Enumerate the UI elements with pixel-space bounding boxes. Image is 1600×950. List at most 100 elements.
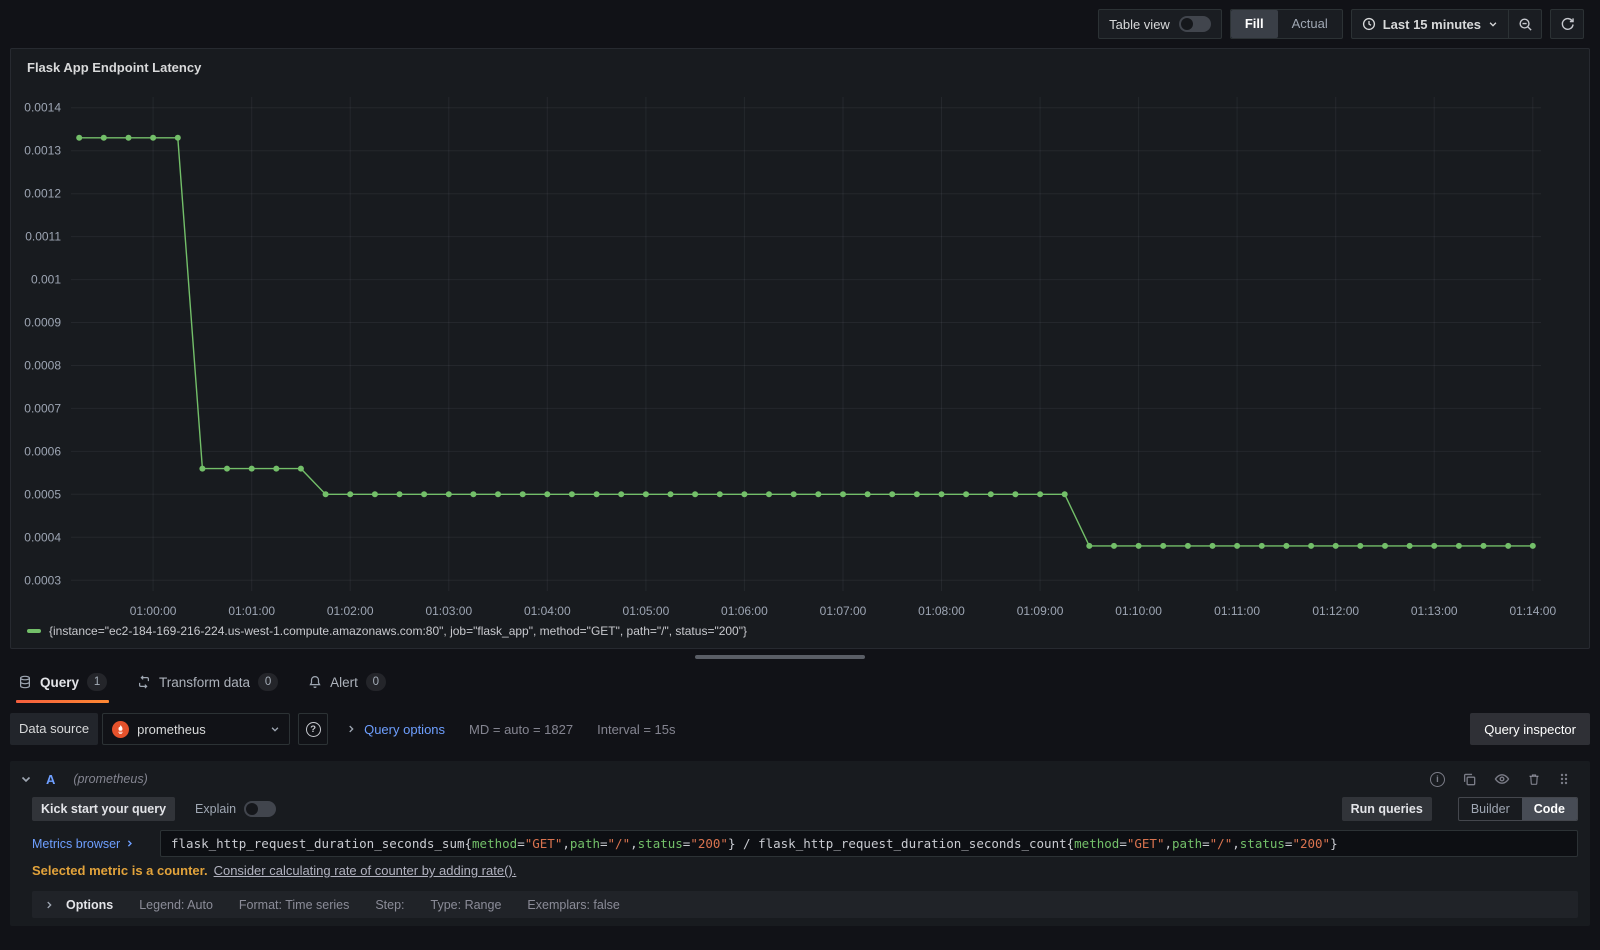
clock-icon — [1362, 17, 1375, 31]
max-data-points-text: MD = auto = 1827 — [469, 721, 574, 737]
chevron-down-icon — [1489, 22, 1497, 27]
query-ref-name[interactable]: A — [46, 772, 55, 787]
svg-text:01:07:00: 01:07:00 — [820, 604, 867, 618]
tab-query[interactable]: Query 1 — [16, 665, 110, 703]
chevron-right-icon — [128, 840, 133, 847]
help-circle-icon: ? — [305, 721, 321, 737]
options-exemplars: Exemplars: false — [527, 897, 620, 912]
run-queries-button[interactable]: Run queries — [1341, 797, 1432, 821]
svg-text:0.0014: 0.0014 — [24, 101, 61, 115]
code-option[interactable]: Code — [1521, 798, 1577, 820]
query-editor-body: Kick start your query Explain Run querie… — [10, 797, 1590, 918]
datasource-row: Data source prometheus ? Query options M… — [10, 713, 1590, 745]
svg-text:01:12:00: 01:12:00 — [1312, 604, 1359, 618]
query-toolbar: Kick start your query Explain Run querie… — [32, 797, 1578, 821]
trash-icon[interactable] — [1527, 772, 1541, 787]
drag-handle-icon[interactable] — [1558, 772, 1570, 786]
svg-text:01:10:00: 01:10:00 — [1115, 604, 1162, 618]
options-type: Type: Range — [430, 897, 502, 912]
options-step: Step: — [375, 897, 405, 912]
options-row[interactable]: Options Legend: Auto Format: Time series… — [32, 891, 1578, 918]
svg-text:01:03:00: 01:03:00 — [425, 604, 472, 618]
panel-editor-toolbar: Table view Fill Actual Last 15 minutes — [0, 0, 1600, 48]
time-picker-group: Last 15 minutes — [1350, 9, 1542, 39]
zoom-out-button[interactable] — [1509, 10, 1541, 38]
eye-icon[interactable] — [1494, 771, 1510, 787]
table-view-switch[interactable] — [1178, 16, 1211, 32]
svg-text:01:14:00: 01:14:00 — [1509, 604, 1556, 618]
tab-query-label: Query — [40, 674, 80, 690]
datasource-help-button[interactable]: ? — [298, 713, 329, 745]
database-icon — [20, 675, 30, 689]
warning-rate-link[interactable]: Consider calculating rate of counter by … — [214, 863, 517, 878]
collapse-chevron-icon[interactable] — [20, 773, 32, 785]
series-color-swatch — [27, 629, 41, 633]
options-legend: Legend: Auto — [139, 897, 213, 912]
kick-start-query-button[interactable]: Kick start your query — [32, 797, 176, 821]
options-format: Format: Time series — [238, 897, 350, 912]
chart-legend[interactable]: {instance="ec2-184-169-216-224.us-west-1… — [11, 624, 1589, 642]
query-row-header[interactable]: A (prometheus) i — [10, 761, 1590, 797]
svg-text:01:05:00: 01:05:00 — [623, 604, 670, 618]
svg-text:0.0005: 0.0005 — [24, 487, 61, 501]
actual-option[interactable]: Actual — [1278, 10, 1342, 38]
warning-text: Selected metric is a counter. — [32, 863, 208, 878]
svg-text:01:13:00: 01:13:00 — [1411, 604, 1458, 618]
fill-option[interactable]: Fill — [1230, 10, 1278, 38]
svg-text:01:08:00: 01:08:00 — [918, 604, 965, 618]
timeseries-panel: Flask App Endpoint Latency 0.0003 0.0004 0… — [10, 48, 1590, 649]
svg-text:01:01:00: 01:01:00 — [228, 604, 275, 618]
tab-alert-count: 0 — [365, 673, 386, 691]
panel-title: Flask App Endpoint Latency — [27, 60, 202, 75]
tab-transform-label: Transform data — [159, 674, 251, 690]
editor-splitter — [0, 649, 1600, 665]
metrics-browser-toggle[interactable]: Metrics browser — [32, 837, 160, 851]
table-view-label: Table view — [1109, 16, 1170, 32]
query-code[interactable]: flask_http_request_duration_seconds_sum{… — [160, 830, 1578, 857]
fill-actual-group: Fill Actual — [1229, 9, 1343, 39]
query-options-toggle[interactable]: Query options MD = auto = 1827 Interval … — [346, 721, 676, 737]
query-row-actions: i — [1430, 771, 1570, 787]
svg-text:01:02:00: 01:02:00 — [327, 604, 374, 618]
tab-alert-label: Alert — [330, 674, 358, 690]
query-editor-card: A (prometheus) i Kick start your query E… — [10, 761, 1590, 926]
chevron-right-icon — [349, 725, 354, 733]
refresh-icon — [1561, 17, 1574, 30]
datasource-picker[interactable]: prometheus — [102, 713, 291, 745]
svg-text:0.0012: 0.0012 — [24, 187, 61, 201]
table-view-toggle-group[interactable]: Table view — [1098, 9, 1222, 39]
tab-query-count: 1 — [87, 673, 108, 691]
chevron-down-icon — [271, 727, 279, 732]
refresh-group — [1550, 9, 1584, 39]
query-options-label[interactable]: Query options — [364, 722, 445, 737]
svg-text:01:06:00: 01:06:00 — [721, 604, 768, 618]
chevron-right-icon — [47, 901, 52, 908]
bell-icon — [309, 675, 321, 689]
refresh-button[interactable] — [1551, 10, 1583, 38]
explain-label: Explain — [195, 802, 237, 816]
svg-text:0.0006: 0.0006 — [24, 444, 61, 458]
builder-code-group: Builder Code — [1457, 797, 1578, 821]
tab-transform-count: 0 — [258, 673, 279, 691]
latency-chart[interactable]: 0.0003 0.0004 0.0005 0.0006 0.0007 0.0008 0.00… — [17, 83, 1593, 624]
metrics-browser-label: Metrics browser — [32, 836, 121, 851]
svg-text:0.0008: 0.0008 — [24, 359, 61, 373]
svg-text:01:00:00: 01:00:00 — [130, 604, 177, 618]
series-label[interactable]: {instance="ec2-184-169-216-224.us-west-1… — [49, 624, 747, 638]
options-label: Options — [66, 897, 114, 912]
query-inspector-button[interactable]: Query inspector — [1470, 713, 1590, 745]
editor-tabs: Query 1 Transform data 0 Alert 0 — [0, 665, 1600, 703]
time-range-label: Last 15 minutes — [1382, 16, 1481, 32]
svg-text:0.0009: 0.0009 — [24, 316, 61, 330]
tab-alert[interactable]: Alert 0 — [306, 665, 388, 703]
time-range-button[interactable]: Last 15 minutes — [1352, 10, 1508, 38]
duplicate-icon[interactable] — [1462, 772, 1477, 787]
svg-text:0.0004: 0.0004 — [24, 530, 61, 544]
panel-resize-handle[interactable] — [695, 655, 865, 659]
counter-warning: Selected metric is a counter. Consider ca… — [32, 863, 1578, 881]
explain-switch[interactable] — [244, 801, 277, 817]
builder-option[interactable]: Builder — [1459, 798, 1522, 820]
svg-text:0.0011: 0.0011 — [25, 230, 61, 244]
info-circle-icon[interactable]: i — [1430, 771, 1445, 787]
tab-transform-data[interactable]: Transform data 0 — [135, 665, 280, 703]
